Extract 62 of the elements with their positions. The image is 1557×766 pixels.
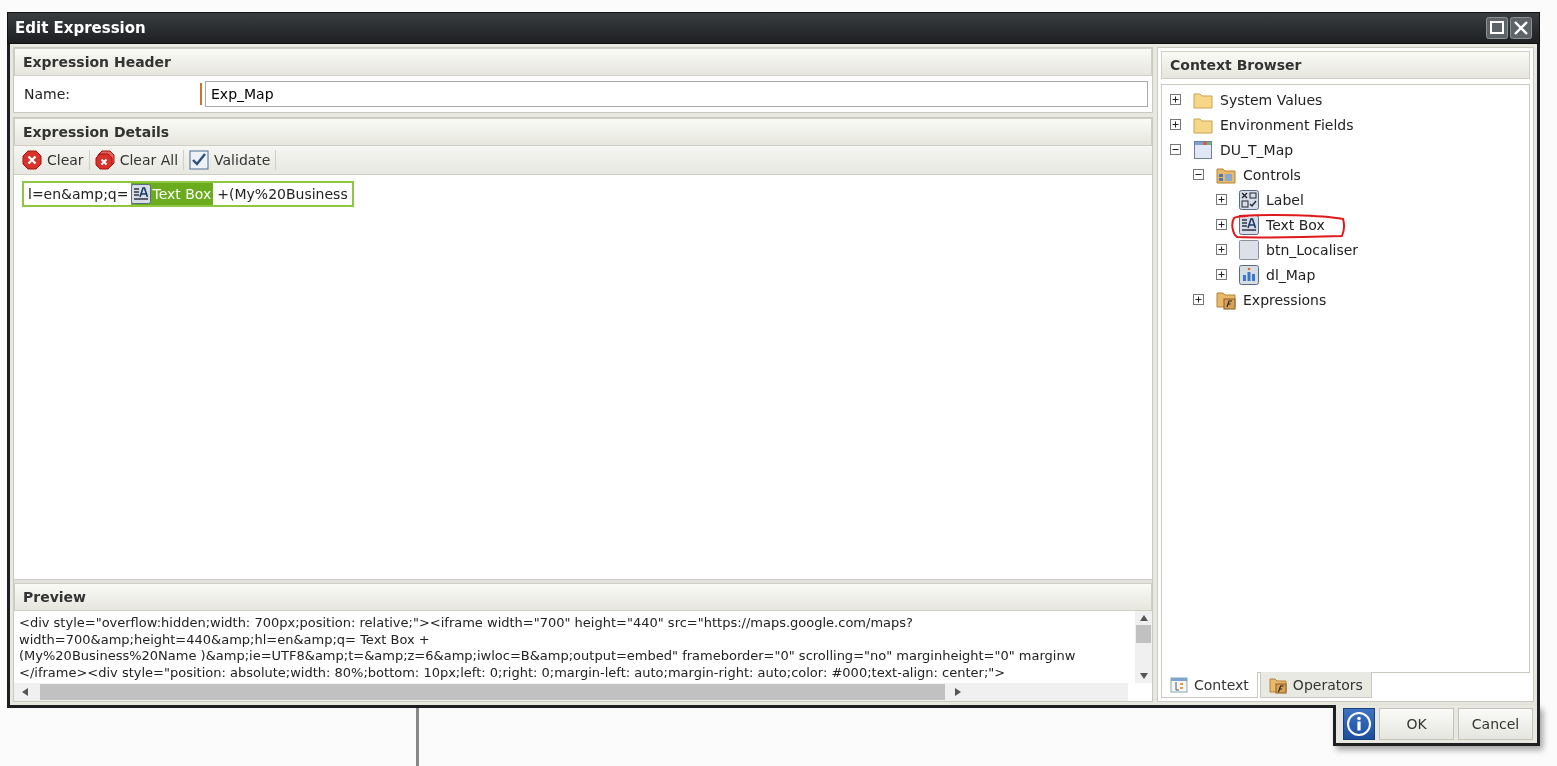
preview-line: width=700&amp;height=440&amp;hl=en&amp;q= Text Box + xyxy=(19,631,431,648)
tab[interactable]: Context xyxy=(1161,672,1258,698)
expand-icon[interactable] xyxy=(1170,119,1181,130)
scroll-down-icon[interactable] xyxy=(1139,673,1148,679)
scroll-thumb[interactable] xyxy=(40,684,945,700)
expand-icon[interactable] xyxy=(1216,194,1227,205)
toolbar-button[interactable]: Validate xyxy=(187,150,273,170)
context-icon xyxy=(1170,675,1188,694)
close-icon[interactable] xyxy=(1510,17,1532,39)
panel-header: Expression Header xyxy=(14,48,1152,76)
tree-item[interactable]: Environment Fields xyxy=(1220,116,1354,133)
scroll-up-icon[interactable] xyxy=(1139,615,1148,621)
controls-icon xyxy=(1239,189,1259,210)
panel-header: Expression Details xyxy=(14,118,1152,146)
scroll-left-icon[interactable] xyxy=(22,688,28,696)
chart-icon xyxy=(1239,264,1259,285)
vertical-scrollbar[interactable] xyxy=(1135,611,1152,683)
folder-icon xyxy=(1193,90,1213,109)
expression-text: +(My%20Business xyxy=(217,186,348,202)
scroll-right-icon[interactable] xyxy=(955,688,961,696)
tab[interactable]: Operators xyxy=(1259,672,1372,698)
toolbar-button[interactable]: Clear All xyxy=(92,150,181,170)
tree-item[interactable]: Controls xyxy=(1243,166,1301,183)
function-folder-icon xyxy=(1268,675,1287,694)
preview-line: (My%20Business%20Name )&amp;ie=UTF8&amp;t=&amp;z=6&amp;iwloc=B&amp;output=embed" frameborder="0" scrolling="no" marginheight="0" marginw xyxy=(19,648,1077,665)
expand-icon[interactable] xyxy=(1216,219,1227,230)
tree-item[interactable]: DU_T_Map xyxy=(1220,141,1294,158)
function-folder-icon xyxy=(1216,289,1236,310)
text-box-icon xyxy=(131,184,152,204)
tree-item[interactable]: btn_Localiser xyxy=(1266,241,1359,258)
name-field[interactable]: Exp_Map xyxy=(205,81,1148,107)
panel-header: Context Browser xyxy=(1161,51,1530,79)
folder-icon xyxy=(1193,115,1213,134)
collapse-icon[interactable] xyxy=(1193,169,1204,180)
checkbox-icon xyxy=(189,150,210,170)
tree-item[interactable]: Text Box xyxy=(1266,216,1325,233)
tree-item[interactable]: System Values xyxy=(1220,91,1323,108)
collapse-icon[interactable] xyxy=(1170,144,1181,155)
expression-text: l=en&amp;q= xyxy=(28,186,129,202)
horizontal-scrollbar[interactable] xyxy=(14,683,1128,701)
clear-icon xyxy=(22,150,42,170)
scroll-thumb[interactable] xyxy=(1136,625,1151,643)
dialog-button[interactable]: Cancel xyxy=(1458,708,1533,740)
field-label: Name: xyxy=(24,86,72,102)
window-icon xyxy=(1193,139,1213,160)
maximize-icon[interactable] xyxy=(1486,17,1508,39)
toolbar-button[interactable]: Clear xyxy=(20,150,86,170)
tree-item[interactable]: Label xyxy=(1266,191,1304,208)
dialog-button[interactable]: OK xyxy=(1379,708,1454,740)
clear-all-icon xyxy=(94,150,115,170)
preview-line: </iframe><div style="position: absolute;width: 80%;bottom: 10px;left: 0;right: 0;margin-left: auto;margin-right: auto;color: #000;text-align: center;"> xyxy=(19,664,1007,681)
button-icon xyxy=(1239,239,1259,260)
expand-icon[interactable] xyxy=(1216,269,1227,280)
expand-icon[interactable] xyxy=(1170,94,1181,105)
tree-item[interactable]: dl_Map xyxy=(1266,266,1316,283)
info-button[interactable] xyxy=(1343,708,1375,740)
expand-icon[interactable] xyxy=(1216,244,1227,255)
tree-item[interactable]: Expressions xyxy=(1243,291,1327,308)
window-title: Edit Expression xyxy=(15,19,146,37)
panel-header: Preview xyxy=(14,583,1152,611)
expand-icon[interactable] xyxy=(1193,294,1204,305)
preview-line: <div style="overflow:hidden;width: 700px;position: relative;"><iframe width="700" height="440" src="https://maps.google.com/maps? xyxy=(19,615,914,632)
